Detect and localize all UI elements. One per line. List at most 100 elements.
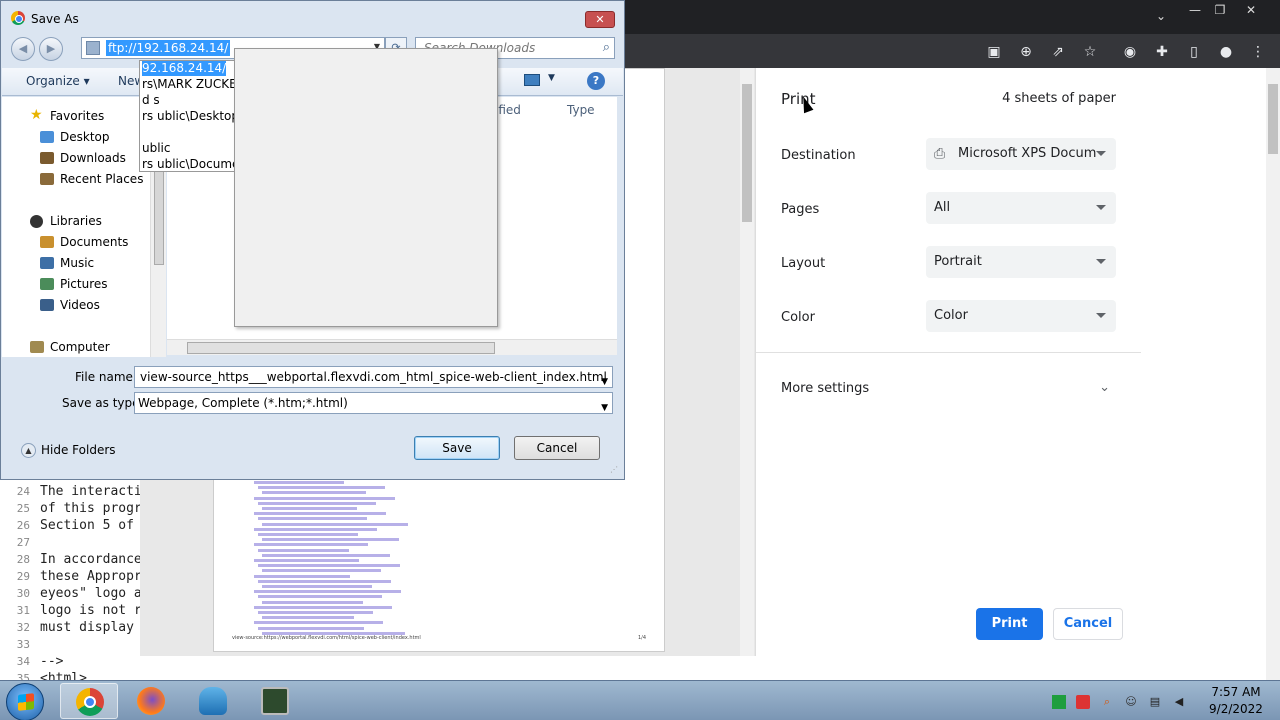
preview-code-line	[258, 626, 364, 630]
chevron-down-icon[interactable]: ▼	[601, 372, 608, 387]
address-history-item[interactable]: ublic	[142, 141, 171, 156]
folder-icon	[86, 41, 100, 55]
address-history-item[interactable]: rs ublic\Desktop	[142, 109, 234, 124]
nav-libraries[interactable]: Libraries	[30, 214, 102, 228]
dialog-title: Save As	[31, 12, 79, 26]
more-settings-toggle[interactable]: More settings	[781, 381, 869, 396]
chevron-down-icon[interactable]: ▼	[601, 398, 608, 418]
address-history-item[interactable]: rs\MARK ZUCKER	[142, 77, 234, 92]
help-icon[interactable]: ?	[587, 72, 605, 90]
tray-app-icon[interactable]	[1052, 695, 1066, 709]
account-icon[interactable]: ●	[1216, 42, 1236, 62]
cancel-print-button[interactable]: Cancel	[1053, 608, 1123, 640]
clock-date[interactable]: 9/2/2022	[1208, 702, 1264, 716]
source-line: 32 must display	[16, 620, 134, 635]
blank-popup	[234, 48, 498, 327]
save-button[interactable]: Save	[414, 436, 500, 460]
savetype-select[interactable]: Webpage, Complete (*.htm;*.html) ▼	[134, 392, 613, 414]
close-dialog-button[interactable]: ✕	[585, 11, 615, 28]
volume-icon[interactable]: ◀	[1172, 695, 1186, 709]
menu-icon[interactable]: ⋮	[1248, 42, 1268, 62]
tray-status-icon[interactable]: ☺	[1124, 695, 1138, 709]
page-scrollbar[interactable]	[1266, 68, 1280, 680]
forward-button[interactable]: ▶	[39, 37, 63, 61]
taskbar-firefox[interactable]	[122, 683, 180, 719]
preview-scrollbar[interactable]	[740, 68, 754, 656]
nav-downloads[interactable]: Downloads	[40, 151, 126, 165]
preview-code-line	[262, 585, 372, 588]
nav-favorites[interactable]: ★ Favorites	[30, 107, 104, 123]
search-icon[interactable]: ⌕	[603, 40, 610, 55]
organize-menu[interactable]: Organize ▾	[26, 74, 90, 88]
file-list-hscrollbar[interactable]	[167, 339, 617, 355]
back-button[interactable]: ◀	[11, 37, 35, 61]
preview-code-line	[254, 590, 401, 594]
star-icon: ★	[30, 107, 43, 123]
nav-videos[interactable]: Videos	[40, 298, 100, 312]
chevron-down-icon[interactable]: ⌄	[1099, 380, 1110, 395]
tray-record-icon[interactable]	[1076, 695, 1090, 709]
extensions-icon[interactable]: ✚	[1152, 42, 1172, 62]
column-date-modified[interactable]: ified	[495, 103, 521, 117]
side-panel-icon[interactable]: ▯	[1184, 42, 1204, 62]
translate-icon[interactable]: ▣	[984, 42, 1004, 62]
profile-icon[interactable]: ◉	[1120, 42, 1140, 62]
zoom-icon[interactable]: ⊕	[1016, 42, 1036, 62]
filename-value: view-source_https___webportal.flexvdi.co…	[140, 370, 607, 384]
recent-places-icon	[40, 173, 54, 185]
preview-code-line	[258, 564, 400, 568]
sheets-count: 4 sheets of paper	[1002, 91, 1116, 106]
pages-select[interactable]: All	[926, 192, 1116, 224]
column-type[interactable]: Type	[567, 103, 595, 117]
address-history-list: 92.168.24.14/ rs\MARK ZUCKER d s rs ubli…	[139, 60, 235, 172]
preview-code-line	[254, 574, 350, 578]
start-button[interactable]	[6, 683, 44, 720]
address-history-item[interactable]: d s	[142, 93, 160, 108]
taskbar-cloud-app[interactable]	[184, 683, 242, 719]
network-icon[interactable]: ▤	[1148, 695, 1162, 709]
share-icon[interactable]: ⇗	[1048, 42, 1068, 62]
print-button[interactable]: Print	[976, 608, 1043, 640]
nav-music[interactable]: Music	[40, 256, 94, 270]
chrome-icon	[76, 688, 104, 716]
chevron-down-icon	[1096, 151, 1106, 156]
nav-desktop[interactable]: Desktop	[40, 130, 110, 144]
destination-value: Microsoft XPS Docum	[958, 146, 1097, 161]
chevron-up-icon[interactable]: ▲	[21, 443, 36, 458]
hide-folders-button[interactable]: Hide Folders	[41, 443, 116, 457]
tab-search-icon[interactable]: ⌄	[1146, 6, 1176, 26]
tray-search-icon[interactable]: ⌕	[1100, 695, 1114, 709]
preview-code-line	[258, 579, 391, 583]
layout-select[interactable]: Portrait	[926, 246, 1116, 278]
chevron-down-icon[interactable]: ▼	[548, 73, 555, 83]
destination-select[interactable]: ⎙ Microsoft XPS Docum	[926, 138, 1116, 170]
preview-code-line	[254, 496, 395, 500]
nav-computer[interactable]: Computer	[30, 340, 110, 354]
nav-recent-places[interactable]: Recent Places	[40, 172, 143, 186]
view-icon[interactable]	[524, 74, 540, 86]
address-history-item[interactable]: 92.168.24.14/	[142, 61, 227, 76]
preview-code-line	[262, 522, 408, 526]
nav-pictures[interactable]: Pictures	[40, 277, 108, 291]
source-line: 27	[16, 536, 30, 549]
taskbar-terminal[interactable]	[246, 683, 304, 719]
color-select[interactable]: Color	[926, 300, 1116, 332]
desktop-icon	[40, 131, 54, 143]
filename-field[interactable]: view-source_https___webportal.flexvdi.co…	[134, 366, 613, 388]
nav-documents[interactable]: Documents	[40, 235, 128, 249]
terminal-icon	[261, 687, 289, 715]
preview-code-line	[258, 486, 385, 490]
clock-time[interactable]: 7:57 AM	[1208, 685, 1264, 699]
documents-icon	[40, 236, 54, 248]
close-window-button[interactable]: ✕	[1236, 0, 1266, 20]
bookmark-star-icon[interactable]: ☆	[1080, 42, 1100, 62]
restore-button[interactable]: ❐	[1205, 0, 1235, 20]
address-text[interactable]: ftp://192.168.24.14/	[106, 40, 231, 56]
cancel-button[interactable]: Cancel	[514, 436, 600, 460]
address-history-item[interactable]: rs ublic\Docume	[142, 157, 234, 171]
hscroll-thumb[interactable]	[187, 342, 495, 354]
resize-grip-icon[interactable]: ⋰	[610, 465, 620, 475]
preview-scroll-thumb[interactable]	[742, 84, 752, 222]
page-scroll-thumb[interactable]	[1268, 84, 1278, 154]
taskbar-chrome[interactable]	[60, 683, 118, 719]
